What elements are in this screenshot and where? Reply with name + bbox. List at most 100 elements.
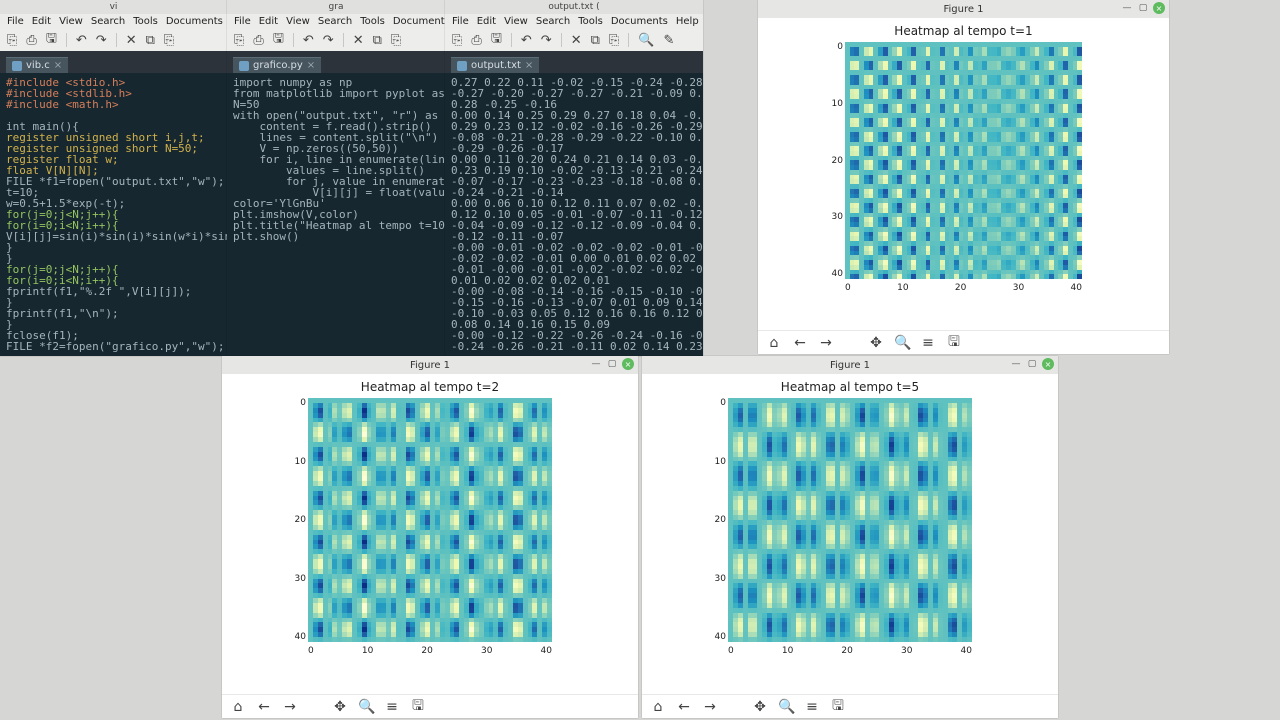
minimize-icon[interactable]: — bbox=[590, 358, 602, 370]
home-icon[interactable]: ⌂ bbox=[766, 335, 782, 351]
menu-view[interactable]: View bbox=[501, 14, 531, 29]
toolbar-button[interactable]: ⎙ bbox=[471, 33, 481, 48]
menu-edit[interactable]: Edit bbox=[256, 14, 281, 29]
zoom-icon[interactable]: 🔍 bbox=[358, 699, 374, 715]
toolbar-button[interactable]: 🖫 bbox=[46, 29, 57, 51]
zoom-icon[interactable]: 🔍 bbox=[894, 335, 910, 351]
back-icon[interactable]: ← bbox=[792, 335, 808, 351]
toolbar-button[interactable]: ⎘ bbox=[164, 33, 174, 48]
toolbar-button[interactable]: ✕ bbox=[126, 33, 137, 48]
zoom-icon[interactable]: 🔍 bbox=[778, 699, 794, 715]
figure-titlebar[interactable]: Figure 1 — ▢ × bbox=[758, 0, 1169, 18]
pan-icon[interactable]: ✥ bbox=[332, 699, 348, 715]
menu-tools[interactable]: Tools bbox=[357, 14, 388, 29]
toolbar-button[interactable]: ↷ bbox=[96, 33, 107, 48]
toolbar-button[interactable]: ↶ bbox=[521, 33, 532, 48]
close-icon[interactable]: × bbox=[1153, 2, 1165, 14]
toolbar-button[interactable]: ↷ bbox=[323, 33, 334, 48]
close-icon[interactable]: × bbox=[54, 60, 62, 71]
maximize-icon[interactable]: ▢ bbox=[1137, 2, 1149, 14]
menu-file[interactable]: File bbox=[231, 14, 254, 29]
toolbar-button[interactable]: ⎘ bbox=[452, 33, 462, 48]
toolbar-button[interactable]: ↷ bbox=[541, 33, 552, 48]
menu-documents[interactable]: Documents bbox=[163, 14, 226, 29]
minimize-icon[interactable]: — bbox=[1121, 2, 1133, 14]
editor-menubar[interactable]: FileEditViewSearchToolsDocumentsHel bbox=[0, 14, 227, 29]
menu-search[interactable]: Search bbox=[533, 14, 573, 29]
configure-icon[interactable]: ≡ bbox=[804, 699, 820, 715]
toolbar-button[interactable]: 🖫 bbox=[273, 29, 284, 51]
menu-help[interactable]: Help bbox=[673, 14, 702, 29]
toolbar-button[interactable]: ✎ bbox=[664, 33, 675, 48]
toolbar-button[interactable]: ⎙ bbox=[253, 33, 263, 48]
editor-menubar[interactable]: FileEditViewSearchToolsDocumentsHe bbox=[227, 14, 445, 29]
menu-tools[interactable]: Tools bbox=[130, 14, 161, 29]
editor-toolbar[interactable]: ⎘ ⎙ 🖫 ↶ ↷ ✕ ⧉ ⎘ 🔍 ✎ bbox=[445, 29, 703, 51]
close-icon[interactable]: × bbox=[622, 358, 634, 370]
toolbar-button[interactable]: 🖫 bbox=[491, 29, 502, 51]
file-tab[interactable]: grafico.py× bbox=[233, 57, 321, 73]
toolbar-button[interactable]: ⎘ bbox=[391, 33, 401, 48]
minimize-icon[interactable]: — bbox=[1010, 358, 1022, 370]
back-icon[interactable]: ← bbox=[256, 699, 272, 715]
tick-label: 0 bbox=[288, 398, 306, 408]
file-tab[interactable]: output.txt× bbox=[451, 57, 539, 73]
save-icon[interactable]: 🖫 bbox=[410, 695, 426, 719]
toolbar-button[interactable]: ✕ bbox=[571, 33, 582, 48]
menu-edit[interactable]: Edit bbox=[474, 14, 499, 29]
editor-tabbar[interactable]: grafico.py× bbox=[227, 51, 445, 73]
menu-search[interactable]: Search bbox=[88, 14, 128, 29]
editor-code-area[interactable]: import numpy as np from matplotlib impor… bbox=[227, 73, 445, 356]
figure-nav-toolbar[interactable]: ⌂ ← → ✥ 🔍 ≡ 🖫 bbox=[642, 694, 1058, 718]
toolbar-button[interactable]: ⧉ bbox=[373, 33, 382, 48]
forward-icon[interactable]: → bbox=[282, 699, 298, 715]
configure-icon[interactable]: ≡ bbox=[920, 335, 936, 351]
toolbar-button[interactable]: ✕ bbox=[353, 33, 364, 48]
maximize-icon[interactable]: ▢ bbox=[1026, 358, 1038, 370]
editor-toolbar[interactable]: ⎘ ⎙ 🖫 ↶ ↷ ✕ ⧉ ⎘ bbox=[0, 29, 227, 51]
toolbar-button[interactable]: ⧉ bbox=[591, 33, 600, 48]
editor-code-area[interactable]: #include <stdio.h> #include <stdlib.h> #… bbox=[0, 73, 227, 356]
close-icon[interactable]: × bbox=[525, 60, 533, 71]
toolbar-button[interactable]: ⎘ bbox=[609, 33, 619, 48]
toolbar-button[interactable]: 🔍 bbox=[638, 33, 654, 48]
menu-edit[interactable]: Edit bbox=[29, 14, 54, 29]
menu-view[interactable]: View bbox=[56, 14, 86, 29]
pan-icon[interactable]: ✥ bbox=[868, 335, 884, 351]
home-icon[interactable]: ⌂ bbox=[650, 699, 666, 715]
toolbar-button[interactable]: ↶ bbox=[76, 33, 87, 48]
toolbar-button[interactable]: ⎘ bbox=[234, 33, 244, 48]
toolbar-button[interactable]: ⎘ bbox=[7, 33, 17, 48]
figure-nav-toolbar[interactable]: ⌂ ← → ✥ 🔍 ≡ 🖫 bbox=[222, 694, 638, 718]
forward-icon[interactable]: → bbox=[818, 335, 834, 351]
menu-file[interactable]: File bbox=[449, 14, 472, 29]
figure-nav-toolbar[interactable]: ⌂ ← → ✥ 🔍 ≡ 🖫 bbox=[758, 330, 1169, 354]
toolbar-button[interactable]: ⎙ bbox=[26, 33, 36, 48]
menu-view[interactable]: View bbox=[283, 14, 313, 29]
toolbar-button[interactable]: ⧉ bbox=[146, 33, 155, 48]
editor-toolbar[interactable]: ⎘ ⎙ 🖫 ↶ ↷ ✕ ⧉ ⎘ bbox=[227, 29, 445, 51]
configure-icon[interactable]: ≡ bbox=[384, 699, 400, 715]
pan-icon[interactable]: ✥ bbox=[752, 699, 768, 715]
home-icon[interactable]: ⌂ bbox=[230, 699, 246, 715]
figure-titlebar[interactable]: Figure 1 — ▢ × bbox=[642, 356, 1058, 374]
maximize-icon[interactable]: ▢ bbox=[606, 358, 618, 370]
menu-tools[interactable]: Tools bbox=[575, 14, 606, 29]
toolbar-button[interactable]: ↶ bbox=[303, 33, 314, 48]
menu-search[interactable]: Search bbox=[315, 14, 355, 29]
editor-tabbar[interactable]: output.txt× bbox=[445, 51, 703, 73]
save-icon[interactable]: 🖫 bbox=[830, 695, 846, 719]
back-icon[interactable]: ← bbox=[676, 699, 692, 715]
editor-menubar[interactable]: FileEditViewSearchToolsDocumentsHelp bbox=[445, 14, 703, 29]
menu-documents[interactable]: Documents bbox=[608, 14, 671, 29]
figure-titlebar[interactable]: Figure 1 — ▢ × bbox=[222, 356, 638, 374]
editor-code-area[interactable]: 0.27 0.22 0.11 -0.02 -0.15 -0.24 -0.28 -… bbox=[445, 73, 703, 356]
menu-documents[interactable]: Documents bbox=[390, 14, 453, 29]
editor-tabbar[interactable]: vib.c× bbox=[0, 51, 227, 73]
forward-icon[interactable]: → bbox=[702, 699, 718, 715]
close-icon[interactable]: × bbox=[1042, 358, 1054, 370]
menu-file[interactable]: File bbox=[4, 14, 27, 29]
file-tab[interactable]: vib.c× bbox=[6, 57, 68, 73]
close-icon[interactable]: × bbox=[307, 60, 315, 71]
save-icon[interactable]: 🖫 bbox=[946, 331, 962, 355]
